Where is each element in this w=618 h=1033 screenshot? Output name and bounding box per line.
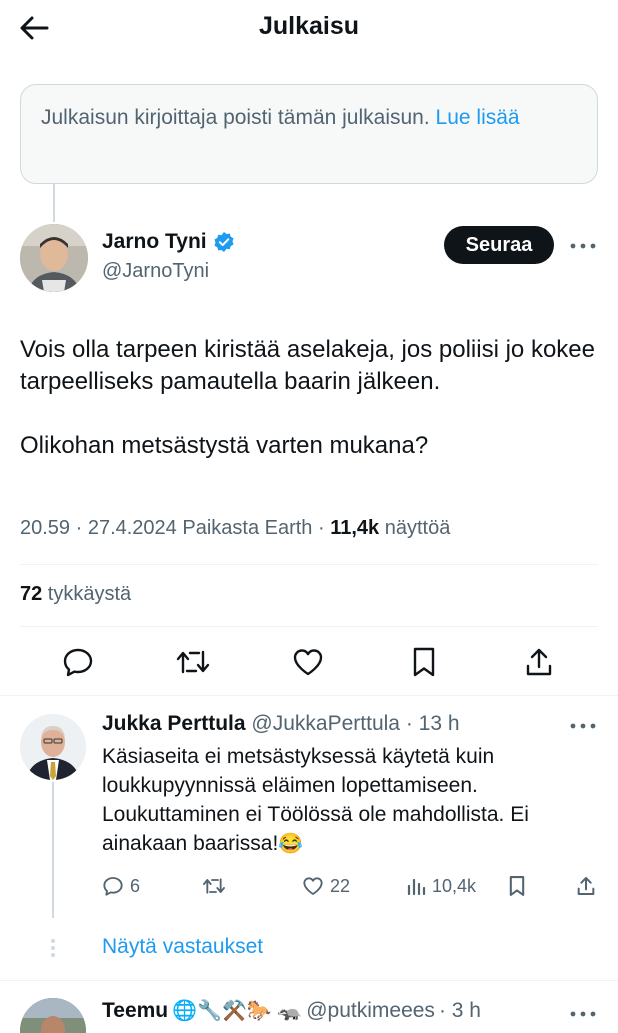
heart-icon xyxy=(303,877,323,895)
more-icon xyxy=(570,243,596,249)
reply-author-name[interactable]: Jukka Perttula xyxy=(102,712,246,735)
reply-views-button[interactable]: 10,4k xyxy=(406,872,476,900)
next-reply-author-name[interactable]: Teemu xyxy=(102,999,168,1023)
reply-icon xyxy=(63,648,93,677)
post-paragraph: Olikohan metsästystä varten mukana? xyxy=(20,432,429,459)
next-reply-time[interactable]: · 3 h xyxy=(439,999,481,1023)
thread-dots-icon xyxy=(51,939,55,957)
author-name-text: Jarno Tyni xyxy=(102,230,207,253)
reply-time[interactable]: · 13 h xyxy=(406,712,460,735)
reply-count: 6 xyxy=(130,875,141,896)
divider xyxy=(20,564,598,565)
post-timestamp[interactable]: 20.59 · 27.4.2024 Paikasta Earth · xyxy=(20,517,330,539)
next-reply-author-handle[interactable]: @putkimeees xyxy=(306,999,435,1023)
reply-reply-button[interactable]: 6 xyxy=(102,872,140,900)
deleted-post-notice: Julkaisun kirjoittaja poisti tämän julka… xyxy=(20,84,598,184)
next-reply-avatar[interactable] xyxy=(20,998,86,1033)
reply-text-body: Käsiaseita ei metsästyksessä käytetä kui… xyxy=(102,745,529,855)
views-count: 11,4k xyxy=(330,517,380,539)
post-meta: 20.59 · 27.4.2024 Paikasta Earth · 11,4k… xyxy=(20,517,450,540)
top-bar: Julkaisu xyxy=(0,0,618,56)
thread-connector xyxy=(52,782,54,918)
more-icon xyxy=(570,1011,596,1017)
reply-bookmark-button[interactable] xyxy=(508,872,526,900)
heart-icon xyxy=(293,649,323,676)
more-icon xyxy=(570,723,596,729)
show-replies-link[interactable]: Näytä vastaukset xyxy=(102,935,263,959)
avatar[interactable] xyxy=(20,224,88,292)
reply-author-photo xyxy=(20,714,86,780)
thread-connector xyxy=(53,184,55,222)
next-reply-more-options-button[interactable] xyxy=(568,1004,598,1024)
reply-repost-button[interactable] xyxy=(202,872,226,900)
reply-like-button[interactable]: 22 xyxy=(302,872,350,900)
page-title: Julkaisu xyxy=(258,12,360,40)
author-handle[interactable]: @JarnoTyni xyxy=(102,260,209,283)
post-paragraph: Vois olla tarpeen kiristää aselakeja, jo… xyxy=(20,336,595,395)
reply-share-button[interactable] xyxy=(576,872,596,900)
reply-avatar[interactable] xyxy=(20,714,86,780)
author-photo xyxy=(20,224,88,292)
likes-label: tykkäystä xyxy=(42,583,132,605)
deleted-notice-text: Julkaisun kirjoittaja poisti tämän julka… xyxy=(41,106,430,129)
reply-icon xyxy=(103,877,123,896)
like-button[interactable] xyxy=(288,640,328,684)
verified-badge-icon xyxy=(214,232,234,252)
follow-button[interactable]: Seuraa xyxy=(444,226,554,264)
bookmark-icon xyxy=(509,876,525,896)
author-name[interactable]: Jarno Tyni xyxy=(102,230,235,254)
reply-button[interactable] xyxy=(58,640,98,684)
views-chart-icon xyxy=(407,878,426,895)
bookmark-button[interactable] xyxy=(404,640,444,684)
divider xyxy=(0,980,618,981)
read-more-link[interactable]: Lue lisää xyxy=(436,106,520,129)
view-count: 10,4k xyxy=(432,875,477,896)
repost-icon xyxy=(176,650,210,674)
next-reply-header: Teemu 🌐🔧⚒️🐎 🦡 @putkimeees · 3 h xyxy=(102,998,481,1023)
reply-text: Käsiaseita ei metsästyksessä käytetä kui… xyxy=(102,742,598,859)
reply-header: Jukka Perttula @JukkaPerttula · 13 h xyxy=(102,712,460,736)
divider xyxy=(20,626,598,627)
like-count: 22 xyxy=(330,875,351,896)
reply-more-options-button[interactable] xyxy=(568,716,598,736)
post-text: Vois olla tarpeen kiristää aselakeja, jo… xyxy=(20,334,600,494)
next-author-photo xyxy=(20,998,86,1033)
share-icon xyxy=(577,877,595,895)
repost-button[interactable] xyxy=(173,640,213,684)
repost-icon xyxy=(203,878,225,894)
bookmark-icon xyxy=(413,647,435,677)
more-options-button[interactable] xyxy=(568,236,598,256)
laughing-emoji: 😂 xyxy=(278,833,304,855)
likes-count: 72 xyxy=(20,583,43,605)
reply-action-bar: 6 22 10,4k xyxy=(102,872,602,900)
post-action-bar xyxy=(0,640,618,684)
share-button[interactable] xyxy=(519,640,559,684)
author-emoji-set: 🌐🔧⚒️🐎 🦡 xyxy=(172,1000,303,1022)
likes-summary[interactable]: 72 tykkäystä xyxy=(20,583,131,606)
reply-author-handle[interactable]: @JukkaPerttula xyxy=(251,712,400,735)
divider xyxy=(0,695,618,696)
share-icon xyxy=(526,648,552,676)
views-label: näyttöä xyxy=(379,517,451,539)
